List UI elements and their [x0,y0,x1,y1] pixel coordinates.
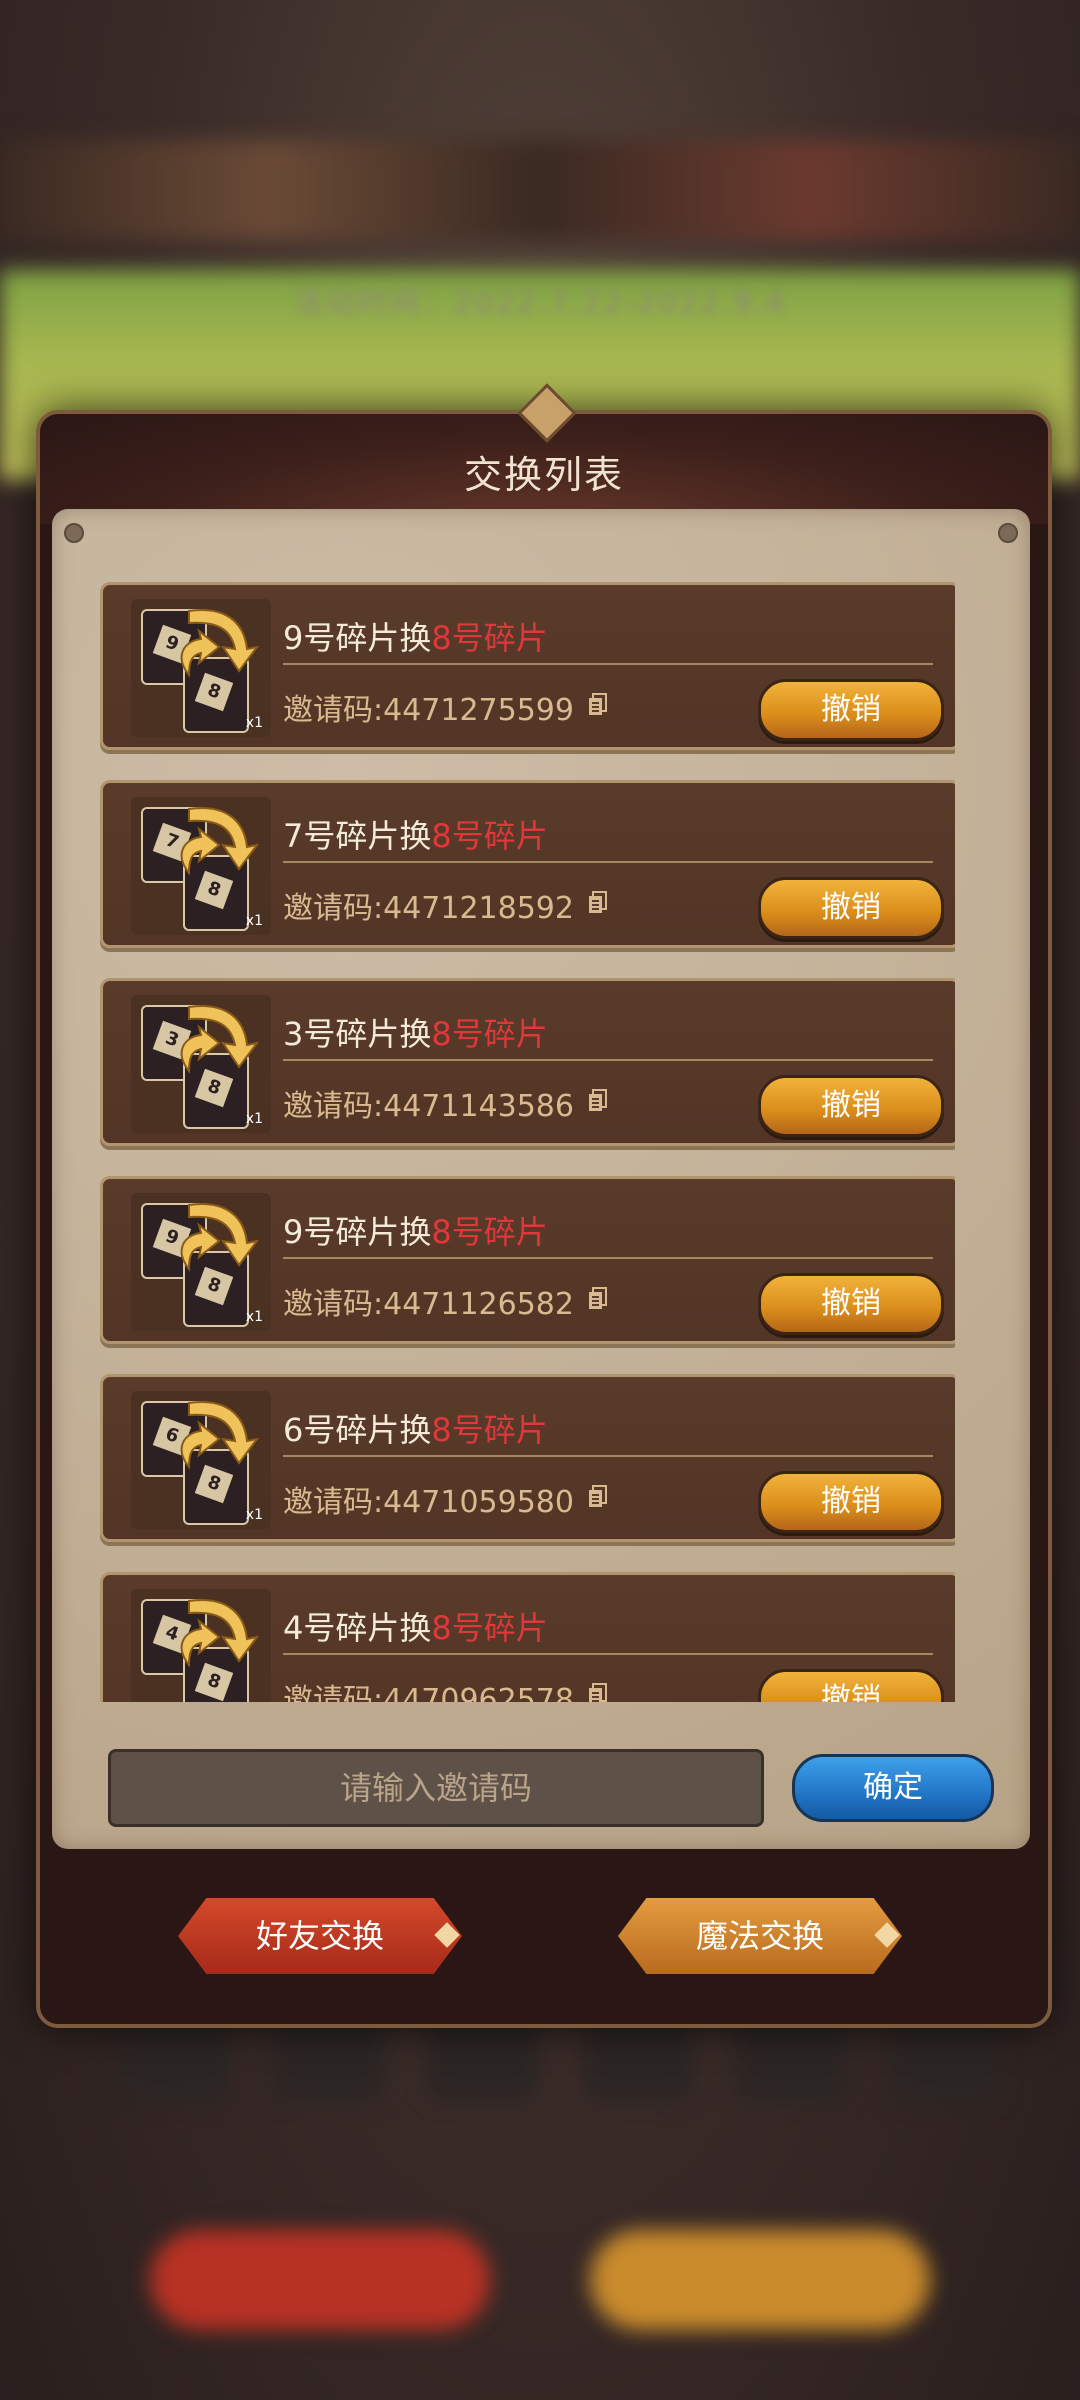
cancel-button[interactable]: 撤销 [758,877,944,939]
quantity-label: x1 [245,715,263,731]
fragment-swap-icon: 4 8 x1 [131,1589,271,1702]
fragment-swap-icon: 3 8 x1 [131,995,271,1133]
cancel-button[interactable]: 撤销 [758,679,944,741]
trade-title: 7号碎片换8号碎片 [283,811,548,857]
trade-card: 4 8 x1 4号碎片换8号碎片 邀请码:4470962578 撤销 [100,1572,955,1702]
trade-list[interactable]: 9 8 x1 9号碎片换8号碎片 邀请码:4471275599 撤销 7 8 x… [100,582,955,1702]
trade-title: 9号碎片换8号碎片 [283,613,548,659]
exchange-list-dialog: 交换列表 9 8 x1 9号碎片换8号碎片 邀请码:4471275599 撤销 [36,383,1052,2028]
trade-title: 9号碎片换8号碎片 [283,1207,548,1253]
trade-from: 3号碎片换 [283,1015,432,1053]
divider [283,1653,933,1655]
quantity-label: x1 [245,1111,263,1127]
swap-arrow-icon [180,609,259,678]
cancel-button[interactable]: 撤销 [758,1273,944,1335]
copy-icon[interactable] [588,693,608,717]
quantity-label: x1 [245,913,263,929]
trade-card: 3 8 x1 3号碎片换8号碎片 邀请码:4471143586 撤销 [100,978,955,1146]
divider [283,1257,933,1259]
cancel-button[interactable]: 撤销 [758,1669,944,1702]
trade-title: 4号碎片换8号碎片 [283,1603,548,1649]
swap-arrow-icon [180,1005,259,1074]
background-left-button [150,2230,490,2330]
trade-card: 9 8 x1 9号碎片换8号碎片 邀请码:4471275599 撤销 [100,582,955,750]
trade-to: 8号碎片 [431,1609,548,1647]
swap-arrow-icon [180,1203,259,1272]
swap-arrow-icon [180,807,259,876]
trade-to: 8号碎片 [431,1411,548,1449]
rivet-icon [998,523,1018,543]
fragment-swap-icon: 7 8 x1 [131,797,271,935]
cancel-button[interactable]: 撤销 [758,1471,944,1533]
copy-icon[interactable] [588,1089,608,1113]
divider [283,861,933,863]
fragment-swap-icon: 9 8 x1 [131,1193,271,1331]
fragment-swap-icon: 9 8 x1 [131,599,271,737]
background-event-time: 活动时间：2022.7.22-2022.9.4 [293,286,787,321]
copy-icon[interactable] [588,1287,608,1311]
background-right-button [590,2230,930,2330]
trade-card: 9 8 x1 9号碎片换8号碎片 邀请码:4471126582 撤销 [100,1176,955,1344]
trade-to: 8号碎片 [431,817,548,855]
dialog-title: 交换列表 [463,453,624,497]
confirm-button[interactable]: 确定 [792,1754,994,1822]
quantity-label: x1 [245,1507,263,1523]
invite-code: 邀请码:4470962578 [283,1683,574,1702]
trade-from: 4号碎片换 [283,1609,432,1647]
trade-to: 8号碎片 [431,1213,548,1251]
copy-icon[interactable] [588,1485,608,1509]
invite-code: 邀请码:4471126582 [283,1287,574,1322]
divider [283,1455,933,1457]
trade-title: 6号碎片换8号碎片 [283,1405,548,1451]
dialog-header: 交换列表 [40,383,1048,524]
trade-from: 9号碎片换 [283,1213,432,1251]
divider [283,1059,933,1061]
trade-to: 8号碎片 [431,619,548,657]
trade-to: 8号碎片 [431,1015,548,1053]
trade-from: 6号碎片换 [283,1411,432,1449]
invite-code-input[interactable]: 请输入邀请码 [108,1749,764,1827]
cancel-button[interactable]: 撤销 [758,1075,944,1137]
divider [283,663,933,665]
copy-icon[interactable] [588,1683,608,1702]
trade-from: 9号碎片换 [283,619,432,657]
trade-from: 7号碎片换 [283,817,432,855]
fragment-swap-icon: 6 8 x1 [131,1391,271,1529]
invite-code: 邀请码:4471275599 [283,693,574,728]
trade-title: 3号碎片换8号碎片 [283,1009,548,1055]
friend-exchange-button[interactable]: 好友交换 [178,1898,462,1974]
quantity-label: x1 [245,1309,263,1325]
background-top-bar [0,140,1080,240]
copy-icon[interactable] [588,891,608,915]
magic-exchange-button[interactable]: 魔法交换 [618,1898,902,1974]
invite-code: 邀请码:4471143586 [283,1089,574,1124]
trade-card: 6 8 x1 6号碎片换8号碎片 邀请码:4471059580 撤销 [100,1374,955,1542]
swap-arrow-icon [180,1401,259,1470]
invite-code: 邀请码:4471059580 [283,1485,574,1520]
rivet-icon [64,523,84,543]
swap-arrow-icon [180,1599,259,1668]
invite-code: 邀请码:4471218592 [283,891,574,926]
trade-card: 7 8 x1 7号碎片换8号碎片 邀请码:4471218592 撤销 [100,780,955,948]
